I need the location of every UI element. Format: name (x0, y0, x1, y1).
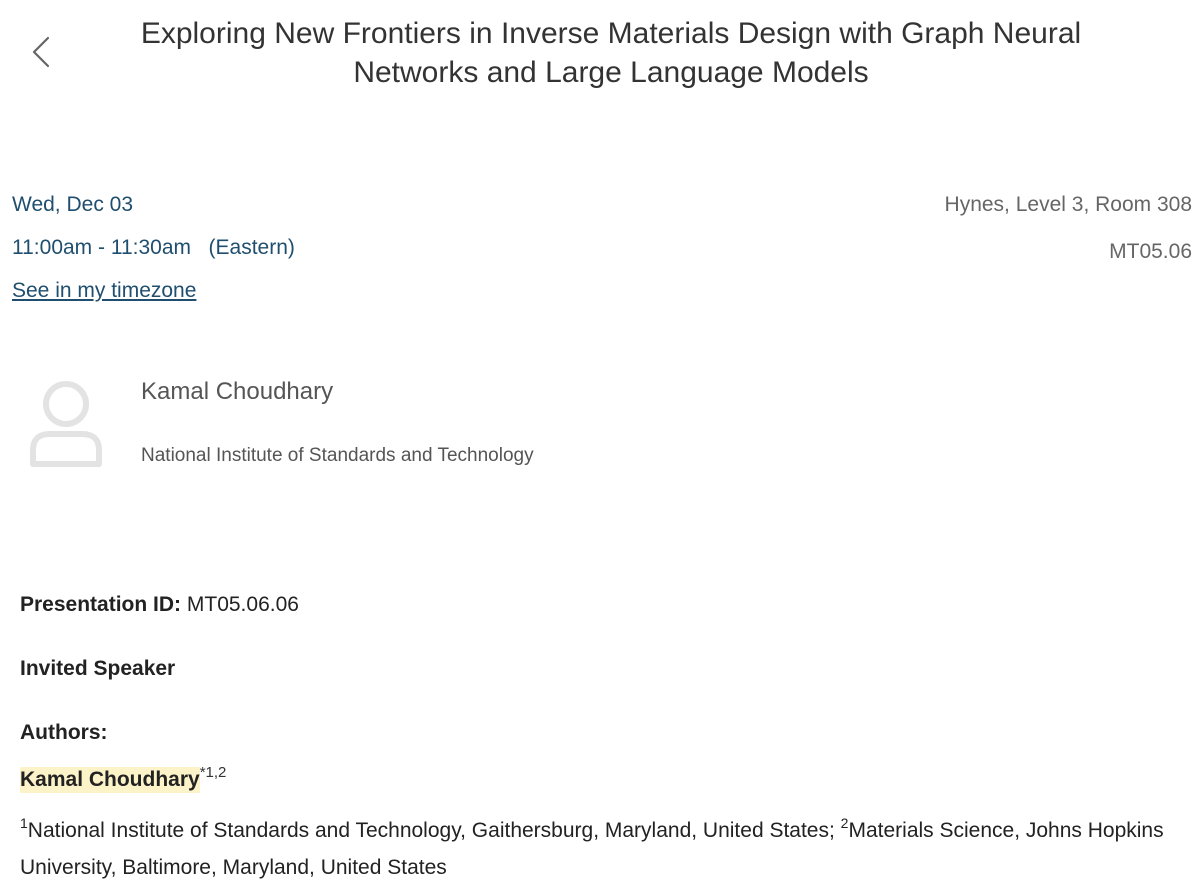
presentation-id-value: MT05.06.06 (186, 593, 299, 616)
speaker-avatar[interactable] (26, 378, 110, 472)
author-name: Kamal Choudhary (20, 767, 200, 793)
presentation-id: Presentation ID: MT05.06.06 (20, 593, 299, 617)
presentation-type: Invited Speaker (20, 657, 176, 680)
author-entry: Kamal Choudhary*1,2 (20, 764, 227, 793)
page-title: Exploring New Frontiers in Inverse Mater… (140, 17, 1082, 89)
user-placeholder-icon (30, 381, 102, 467)
session-date: Wed, Dec 03 (12, 193, 134, 216)
author-affiliation-refs: 1,2 (205, 764, 227, 781)
session-time: 11:00am - 11:30am (Eastern) (12, 236, 295, 260)
affiliation-list: 1National Institute of Standards and Tec… (20, 812, 1190, 886)
speaker-affiliation: National Institute of Standards and Tech… (141, 445, 534, 466)
chevron-left-icon (32, 36, 50, 68)
session-location: Hynes, Level 3, Room 308 (944, 193, 1192, 216)
authors-heading: Authors: (20, 721, 108, 744)
session-timezone: (Eastern) (208, 236, 295, 259)
affiliation-ref-1: 1 (20, 815, 28, 831)
back-button[interactable] (22, 30, 62, 74)
see-in-my-timezone-link[interactable]: See in my timezone (12, 279, 196, 303)
session-code: MT05.06 (1109, 240, 1192, 263)
affiliation-text-1: National Institute of Standards and Tech… (27, 819, 835, 842)
author-marks: *1,2 (200, 764, 227, 781)
presentation-id-label: Presentation ID: (20, 593, 182, 616)
session-time-range: 11:00am - 11:30am (12, 236, 191, 259)
speaker-name[interactable]: Kamal Choudhary (141, 378, 333, 406)
